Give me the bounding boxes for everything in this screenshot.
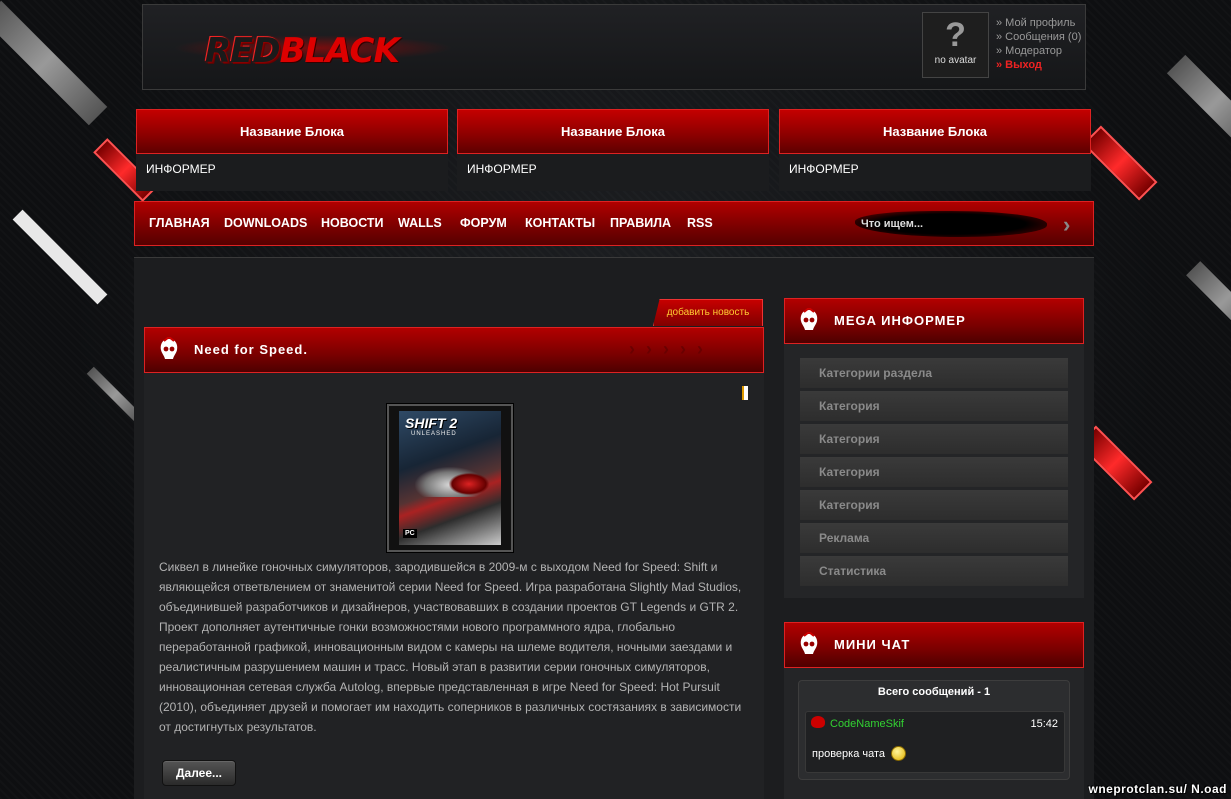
nav-rss[interactable]: RSS: [687, 202, 713, 245]
search-arrow-icon[interactable]: ›: [1063, 212, 1070, 238]
game-cover-image[interactable]: SHIFT 2 UNLEASHED PC: [387, 404, 513, 552]
skull-icon: [800, 632, 818, 654]
logout-link[interactable]: » Выход: [996, 58, 1081, 72]
post-body: SHIFT 2 UNLEASHED PC Сиквел в линейке го…: [144, 373, 764, 799]
chat-title: МИНИ ЧАТ: [834, 637, 911, 652]
nav-forum[interactable]: ФОРУМ: [460, 202, 507, 245]
post-header: Need for Speed. ›››››: [144, 327, 764, 373]
chat-box: Всего сообщений - 1 CodeNameSkif 15:42 п…: [798, 680, 1070, 780]
watermark: wneprotclan.su/ N.oad: [1088, 782, 1227, 796]
block-title: Название Блока: [136, 109, 448, 154]
chat-username[interactable]: CodeNameSkif: [830, 718, 904, 730]
chat-text: проверка чата: [812, 748, 886, 760]
category-item[interactable]: Категория: [800, 424, 1068, 454]
category-item[interactable]: Категория: [800, 391, 1068, 421]
site-logo[interactable]: REDBLACK: [173, 21, 463, 77]
skull-icon: [160, 337, 178, 359]
platform-badge: PC: [403, 529, 417, 538]
user-icon: [811, 716, 825, 728]
nav-home[interactable]: ГЛАВНАЯ: [149, 202, 210, 245]
cover-art: SHIFT 2 UNLEASHED PC: [399, 411, 501, 545]
nav-news[interactable]: НОВОСТИ: [321, 202, 384, 245]
site-header: REDBLACK ? no avatar » Мой профиль » Соо…: [142, 4, 1086, 90]
informer-body: Категории раздела Категория Категория Ка…: [784, 344, 1084, 598]
chat-message: CodeNameSkif 15:42 проверка чата: [805, 711, 1065, 773]
chat-count: Всего сообщений - 1: [877, 686, 991, 698]
nav-downloads[interactable]: DOWNLOADS: [224, 202, 307, 245]
block-body: ИНФОРМЕР: [146, 162, 216, 176]
block-body: ИНФОРМЕР: [789, 162, 859, 176]
add-news-button[interactable]: добавить новость: [653, 299, 763, 326]
logo-text: REDBLACK: [205, 31, 400, 71]
post-paragraph: Проект дополняет аутентичные гонки возмо…: [159, 620, 742, 734]
chat-time: 15:42: [1030, 718, 1058, 730]
informer-title: MEGA ИНФОРМЕР: [834, 313, 966, 328]
read-more-button[interactable]: Далее...: [162, 760, 236, 786]
avatar[interactable]: ? no avatar: [922, 12, 989, 78]
block-body: ИНФОРМЕР: [467, 162, 537, 176]
info-block: Название Блока ИНФОРМЕР: [779, 109, 1091, 191]
info-block: Название Блока ИНФОРМЕР: [136, 109, 448, 191]
category-item[interactable]: Категории раздела: [800, 358, 1068, 388]
my-profile-link[interactable]: » Мой профиль: [996, 16, 1081, 30]
cover-subtitle: UNLEASHED: [411, 431, 457, 437]
block-title: Название Блока: [457, 109, 769, 154]
cover-title: SHIFT 2: [405, 415, 458, 431]
page-container: REDBLACK ? no avatar » Мой профиль » Соо…: [133, 0, 1095, 799]
chat-body: Всего сообщений - 1 CodeNameSkif 15:42 п…: [784, 668, 1084, 799]
chat-header: МИНИ ЧАТ: [784, 622, 1084, 668]
skull-icon: [800, 308, 818, 330]
nav-contacts[interactable]: КОНТАКТЫ: [525, 202, 595, 245]
messages-link[interactable]: » Сообщения (0): [996, 30, 1081, 44]
informer-header: MEGA ИНФОРМЕР: [784, 298, 1084, 344]
nav-rules[interactable]: ПРАВИЛА: [610, 202, 671, 245]
avatar-caption: no avatar: [934, 55, 977, 66]
search-input[interactable]: [861, 214, 1041, 234]
moderator-link[interactable]: » Модератор: [996, 44, 1081, 58]
flag-icon: [742, 386, 748, 400]
car-graphic: [449, 473, 489, 495]
post-text: Сиквел в линейке гоночных симуляторов, з…: [159, 557, 751, 737]
chevrons-icon: ›››››: [629, 339, 714, 359]
post-paragraph: Сиквел в линейке гоночных симуляторов, з…: [159, 560, 742, 614]
category-item[interactable]: Категория: [800, 490, 1068, 520]
category-item[interactable]: Реклама: [800, 523, 1068, 553]
category-item[interactable]: Категория: [800, 457, 1068, 487]
question-mark-icon: ?: [945, 16, 966, 54]
user-menu: » Мой профиль » Сообщения (0) » Модерато…: [996, 16, 1081, 72]
block-title: Название Блока: [779, 109, 1091, 154]
main-nav: ГЛАВНАЯ DOWNLOADS НОВОСТИ WALLS ФОРУМ КО…: [134, 201, 1094, 246]
post-title[interactable]: Need for Speed.: [194, 328, 308, 372]
info-block: Название Блока ИНФОРМЕР: [457, 109, 769, 191]
nav-walls[interactable]: WALLS: [398, 202, 442, 245]
category-item[interactable]: Статистика: [800, 556, 1068, 586]
smiley-icon: [891, 746, 906, 761]
